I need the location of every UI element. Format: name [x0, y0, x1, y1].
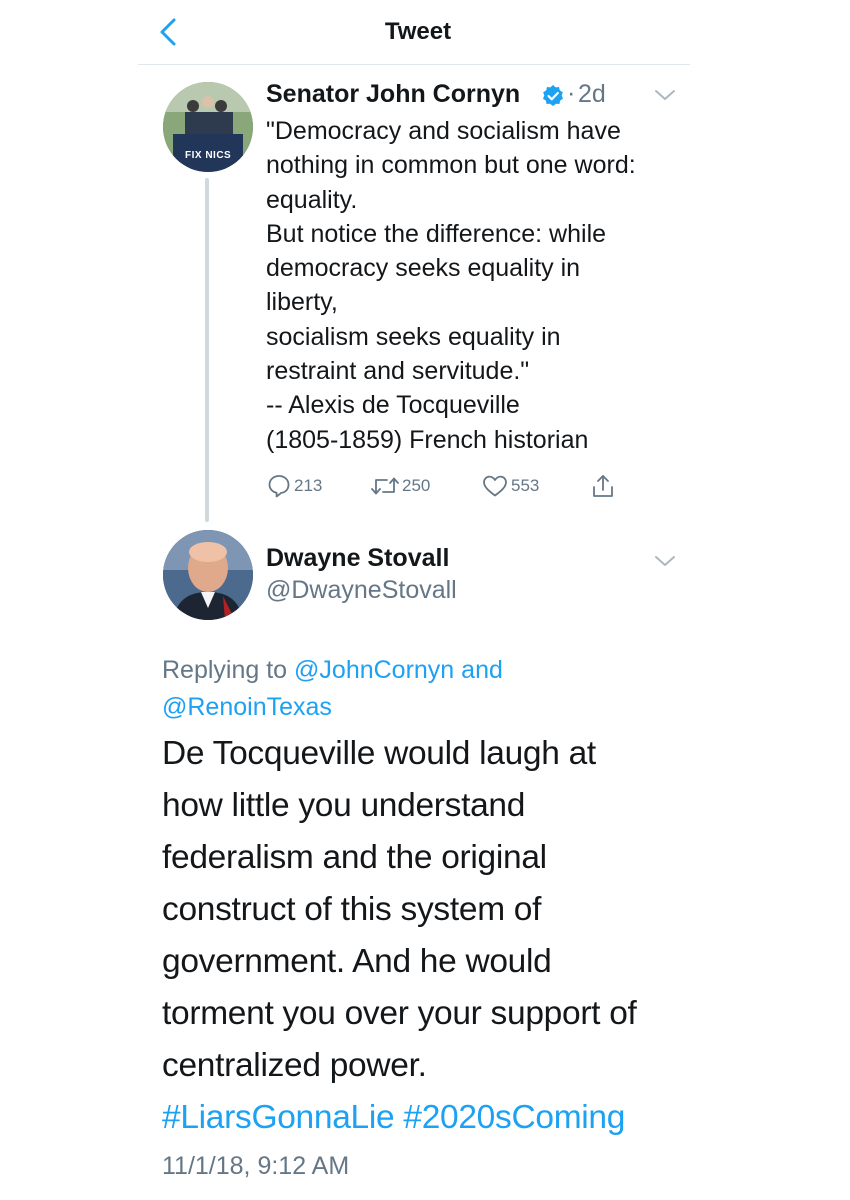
heart-icon — [483, 475, 507, 497]
tweet-text-line: government. And he would — [162, 943, 552, 980]
tweet-menu-button[interactable] — [654, 88, 676, 102]
hashtag-link[interactable]: #LiarsGonnaLie — [162, 1099, 395, 1136]
reply-count: 213 — [294, 476, 323, 495]
tweet-text-line: how little you understand — [162, 787, 526, 824]
avatar[interactable] — [163, 530, 253, 620]
share-button[interactable] — [590, 472, 616, 505]
tweet-text-line: socialism seeks equality in — [266, 322, 561, 351]
separator-dot: · — [567, 79, 576, 107]
tweet-text-line: restraint and servitude." — [266, 357, 530, 386]
mention-link[interactable]: @RenoinTexas — [162, 693, 332, 721]
chevron-down-icon — [655, 556, 675, 566]
tweet-text-line: -- Alexis de Tocqueville — [266, 391, 520, 420]
tweet-text-line: centralized power. — [162, 1047, 427, 1084]
verified-badge-icon — [541, 84, 565, 108]
avatar-sign-text: FIX NICS — [185, 150, 232, 161]
replying-to: Replying to @JohnCornyn and @RenoinTexas — [162, 652, 702, 726]
tweet-text-line: liberty, — [266, 288, 338, 317]
hashtag-line: #LiarsGonnaLie #2020sComing — [162, 1092, 722, 1144]
mention-conjunction: and — [461, 656, 503, 684]
like-button[interactable]: 553 — [481, 470, 539, 502]
replying-prefix: Replying to — [162, 656, 288, 684]
share-icon — [593, 475, 613, 497]
tweet-text-line: equality. — [266, 185, 358, 214]
tweet-text-line: construct of this system of — [162, 891, 542, 928]
tweet-text-line: democracy seeks equality in — [266, 254, 581, 283]
tweet-text-line: But notice the difference: while — [266, 219, 607, 248]
chevron-left-icon — [160, 18, 176, 46]
tweet-text-line: federalism and the original — [162, 839, 547, 876]
mention-link[interactable]: @JohnCornyn — [294, 656, 454, 684]
reply-button[interactable]: 213 — [266, 470, 322, 502]
like-count: 553 — [511, 476, 540, 495]
retweet-button[interactable]: 250 — [370, 470, 430, 502]
hashtag-link[interactable]: #2020sComing — [403, 1099, 625, 1136]
page-title: Tweet — [384, 18, 452, 45]
back-button[interactable] — [150, 12, 190, 52]
reply-tweet-text: De Tocqueville would laugh at how little… — [162, 728, 722, 1144]
thread-line — [205, 178, 209, 522]
avatar[interactable]: FIX NICS — [163, 82, 253, 172]
reply-bubble-icon — [268, 475, 290, 498]
chevron-down-icon — [655, 90, 675, 100]
tweet-menu-button[interactable] — [654, 554, 676, 568]
tweet-text-line: De Tocqueville would laugh at — [162, 735, 596, 772]
author-name[interactable]: Dwayne Stovall — [266, 544, 449, 573]
tweet-text-line: nothing in common but one word: — [266, 151, 636, 180]
author-name[interactable]: Senator John Cornyn — [266, 80, 520, 109]
tweet-text-line: (1805-1859) French historian — [266, 425, 589, 454]
retweet-count: 250 — [402, 476, 431, 495]
retweet-icon — [371, 477, 399, 495]
tweet-text: "Democracy and socialism have nothing in… — [266, 114, 686, 457]
tweet-timestamp: 11/1/18, 9:12 AM — [162, 1152, 350, 1180]
tweet-text-line: torment you over your support of — [162, 995, 637, 1032]
tweet-text-line: "Democracy and socialism have — [266, 117, 621, 145]
tweet-time[interactable]: 2d — [578, 80, 606, 109]
author-handle[interactable]: @DwayneStovall — [266, 576, 457, 605]
header-divider — [138, 64, 690, 65]
